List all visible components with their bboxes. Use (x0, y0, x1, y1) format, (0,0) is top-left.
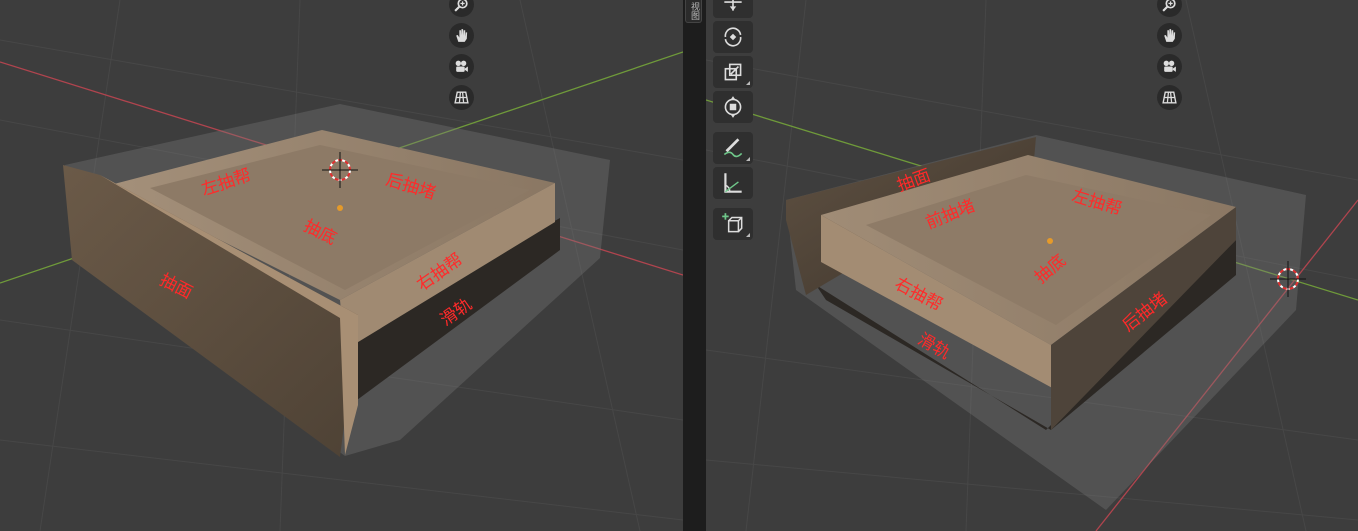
right-navigation-gizmo (1157, 0, 1182, 110)
zoom-icon[interactable] (1157, 0, 1182, 17)
measure-icon[interactable] (713, 167, 753, 199)
left-navigation-gizmo (449, 0, 474, 110)
tool-shelf (713, 0, 753, 243)
viewport-divider[interactable]: 视图 (683, 0, 706, 531)
grid-perspective-icon[interactable] (1157, 85, 1182, 110)
left-3d-viewport[interactable]: 左抽帮 后抽堵 抽底 右抽帮 抽面 滑轨 (0, 0, 683, 531)
left-scene (0, 0, 683, 531)
sidebar-tab-view[interactable]: 视图 (685, 0, 702, 23)
scale-icon[interactable] (713, 56, 753, 88)
annotate-icon[interactable] (713, 132, 753, 164)
origin-point (1047, 238, 1053, 244)
hand-pan-icon[interactable] (1157, 23, 1182, 48)
zoom-icon[interactable] (449, 0, 474, 17)
camera-icon[interactable] (449, 54, 474, 79)
right-3d-viewport[interactable]: 抽面 前抽堵 左抽帮 抽底 右抽帮 后抽堵 滑轨 (706, 0, 1358, 531)
add-cube-icon[interactable] (713, 208, 753, 240)
hand-pan-icon[interactable] (449, 23, 474, 48)
rotate-icon[interactable] (713, 21, 753, 53)
origin-point (337, 205, 343, 211)
transform-icon[interactable] (713, 91, 753, 123)
camera-icon[interactable] (1157, 54, 1182, 79)
move-icon[interactable] (713, 0, 753, 18)
grid-perspective-icon[interactable] (449, 85, 474, 110)
